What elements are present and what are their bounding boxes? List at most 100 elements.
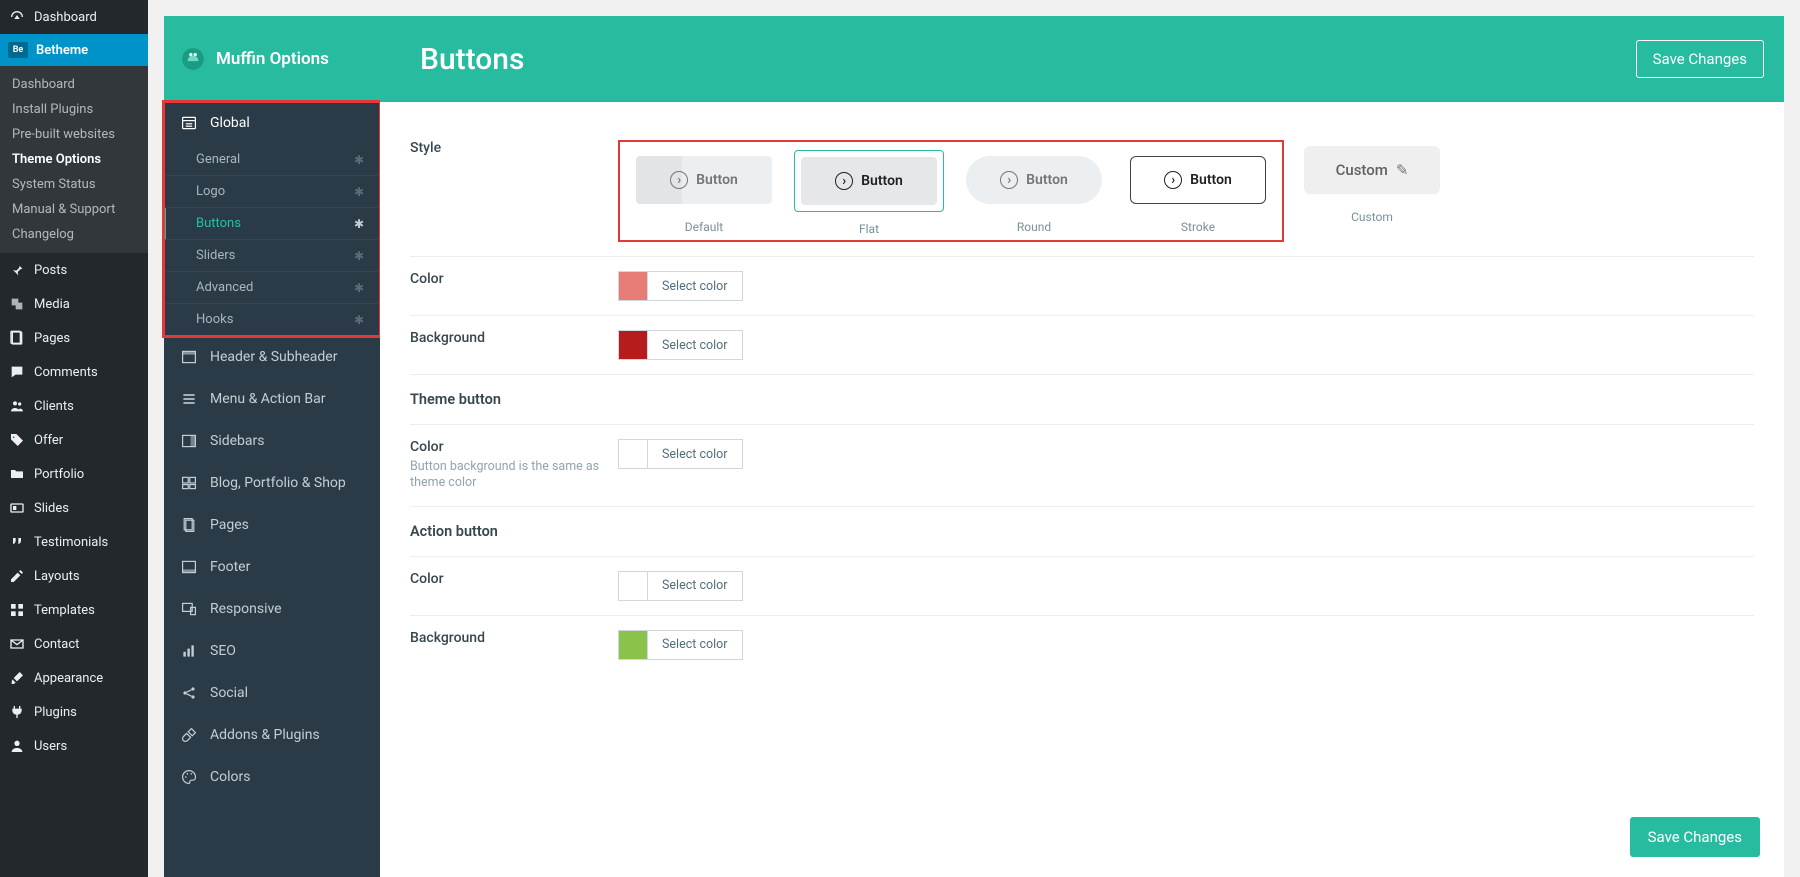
- muffin-nav-social[interactable]: Social: [164, 672, 380, 714]
- wp-menu-clients[interactable]: Clients: [0, 389, 148, 423]
- color-swatch[interactable]: [618, 271, 648, 301]
- wp-menu-portfolio[interactable]: Portfolio: [0, 457, 148, 491]
- background-swatch[interactable]: [618, 330, 648, 360]
- select-color-button[interactable]: Select color: [648, 630, 743, 660]
- wp-menu-templates[interactable]: Templates: [0, 593, 148, 627]
- wp-submenu-changelog[interactable]: Changelog: [0, 222, 148, 247]
- color-label: Color: [410, 271, 618, 287]
- wp-menu-offer[interactable]: Offer: [0, 423, 148, 457]
- main-area: Muffin Options GlobalGeneral✱Logo✱Button…: [148, 0, 1800, 877]
- action-background-swatch[interactable]: [618, 630, 648, 660]
- theme-color-swatch[interactable]: [618, 439, 648, 469]
- wp-submenu-theme-options[interactable]: Theme Options: [0, 147, 148, 172]
- sidebar-icon: [180, 432, 198, 450]
- wp-menu-testimonials[interactable]: Testimonials: [0, 525, 148, 559]
- page-topbar: Buttons Save Changes: [380, 16, 1784, 102]
- wp-menu-slides[interactable]: Slides: [0, 491, 148, 525]
- dashboard-icon: [8, 8, 26, 26]
- wp-admin-sidebar: DashboardBeBethemeDashboardInstall Plugi…: [0, 0, 148, 877]
- section-action-button: Action button: [410, 507, 1754, 557]
- arrow-circle-icon: [1164, 171, 1182, 189]
- wp-menu-posts[interactable]: Posts: [0, 253, 148, 287]
- global-section-highlight: GlobalGeneral✱Logo✱Buttons✱Sliders✱Advan…: [164, 102, 380, 336]
- style-option-custom[interactable]: Custom✎Custom: [1298, 140, 1446, 224]
- muffin-nav-header-subheader[interactable]: Header & Subheader: [164, 336, 380, 378]
- footer-icon: [180, 558, 198, 576]
- style-caption: Flat: [859, 222, 879, 236]
- save-button-bottom[interactable]: Save Changes: [1630, 817, 1760, 857]
- style-option-default[interactable]: ButtonDefault: [630, 150, 778, 236]
- muffin-subnav-sliders[interactable]: Sliders✱: [164, 240, 380, 272]
- arrow-circle-icon: [670, 171, 688, 189]
- gear-icon: ✱: [354, 153, 364, 167]
- page-title: Buttons: [400, 42, 1636, 77]
- save-button-top[interactable]: Save Changes: [1636, 40, 1764, 78]
- wp-menu-betheme[interactable]: BeBetheme: [0, 34, 148, 66]
- style-highlight-box: ButtonDefaultButtonFlatButtonRoundButton…: [618, 140, 1284, 242]
- wp-menu-contact[interactable]: Contact: [0, 627, 148, 661]
- action-color-swatch[interactable]: [618, 571, 648, 601]
- mail-icon: [8, 635, 26, 653]
- wp-menu-dashboard[interactable]: Dashboard: [0, 0, 148, 34]
- header-icon: [180, 348, 198, 366]
- muffin-nav-global[interactable]: Global: [164, 102, 380, 144]
- wp-submenu-system-status[interactable]: System Status: [0, 172, 148, 197]
- style-label: Style: [410, 140, 618, 156]
- select-color-button[interactable]: Select color: [648, 571, 743, 601]
- background-label: Background: [410, 330, 618, 346]
- pin-icon: [8, 261, 26, 279]
- select-color-button[interactable]: Select color: [648, 439, 743, 469]
- palette-icon: [180, 768, 198, 786]
- blog-icon: [180, 474, 198, 492]
- seo-icon: [180, 642, 198, 660]
- tag-icon: [8, 431, 26, 449]
- wp-menu-media[interactable]: Media: [0, 287, 148, 321]
- pencil-icon: [8, 567, 26, 585]
- wp-menu-users[interactable]: Users: [0, 729, 148, 763]
- muffin-nav-responsive[interactable]: Responsive: [164, 588, 380, 630]
- muffin-nav-blog-portfolio-shop[interactable]: Blog, Portfolio & Shop: [164, 462, 380, 504]
- select-color-button[interactable]: Select color: [648, 271, 743, 301]
- muffin-nav-footer[interactable]: Footer: [164, 546, 380, 588]
- muffin-subnav-advanced[interactable]: Advanced✱: [164, 272, 380, 304]
- field-action-color: Color Select color: [410, 557, 1754, 616]
- muffin-subnav-general[interactable]: General✱: [164, 144, 380, 176]
- muffin-subnav-logo[interactable]: Logo✱: [164, 176, 380, 208]
- pages-icon: [180, 516, 198, 534]
- theme-color-sublabel: Button background is the same as theme c…: [410, 459, 618, 492]
- style-option-flat[interactable]: ButtonFlat: [794, 150, 944, 236]
- wp-menu-appearance[interactable]: Appearance: [0, 661, 148, 695]
- muffin-nav-pages[interactable]: Pages: [164, 504, 380, 546]
- wp-submenu-dashboard[interactable]: Dashboard: [0, 72, 148, 97]
- muffin-subnav-buttons[interactable]: Buttons✱: [164, 208, 380, 240]
- gear-icon: ✱: [354, 249, 364, 263]
- field-color: Color Select color: [410, 257, 1754, 316]
- content-area: Style ButtonDefaultButtonFlatButtonRound…: [380, 102, 1784, 877]
- muffin-nav-colors[interactable]: Colors: [164, 756, 380, 798]
- style-option-stroke[interactable]: ButtonStroke: [1124, 150, 1272, 236]
- muffin-nav-sidebars[interactable]: Sidebars: [164, 420, 380, 462]
- style-caption: Round: [1017, 220, 1051, 234]
- user-icon: [8, 737, 26, 755]
- grid-icon: [8, 601, 26, 619]
- brush-icon: [8, 669, 26, 687]
- muffin-nav-menu-action-bar[interactable]: Menu & Action Bar: [164, 378, 380, 420]
- style-option-round[interactable]: ButtonRound: [960, 150, 1108, 236]
- style-caption: Stroke: [1181, 220, 1215, 234]
- wp-menu-comments[interactable]: Comments: [0, 355, 148, 389]
- gear-icon: ✱: [354, 281, 364, 295]
- wp-menu-plugins[interactable]: Plugins: [0, 695, 148, 729]
- wp-submenu-manual-&-support[interactable]: Manual & Support: [0, 197, 148, 222]
- muffin-nav-seo[interactable]: SEO: [164, 630, 380, 672]
- media-icon: [8, 295, 26, 313]
- wp-submenu-pre-built-websites[interactable]: Pre-built websites: [0, 122, 148, 147]
- muffin-subnav-hooks[interactable]: Hooks✱: [164, 304, 380, 336]
- muffin-nav-addons-plugins[interactable]: Addons & Plugins: [164, 714, 380, 756]
- wp-submenu-install-plugins[interactable]: Install Plugins: [0, 97, 148, 122]
- brand-title: Muffin Options: [216, 49, 329, 69]
- style-caption: Default: [685, 220, 723, 234]
- wp-menu-layouts[interactable]: Layouts: [0, 559, 148, 593]
- wp-menu-pages[interactable]: Pages: [0, 321, 148, 355]
- select-color-button[interactable]: Select color: [648, 330, 743, 360]
- share-icon: [180, 684, 198, 702]
